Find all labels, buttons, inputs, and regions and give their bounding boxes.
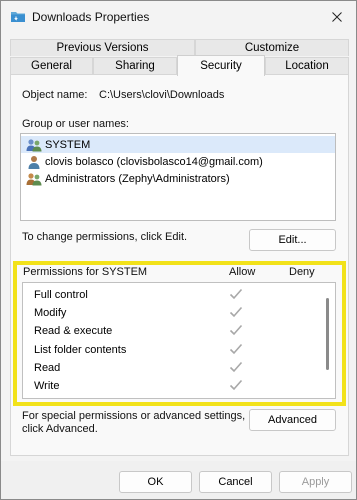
close-button[interactable]: [318, 1, 356, 33]
cancel-button[interactable]: Cancel: [199, 471, 272, 493]
folder-icon: [11, 12, 25, 22]
object-name-label: Object name:: [22, 89, 88, 101]
permission-name: List folder contents: [34, 344, 127, 356]
permission-row: List folder contents: [23, 341, 319, 359]
permissions-for-label: Permissions for SYSTEM: [23, 266, 148, 278]
group-names-label: Group or user names:: [22, 118, 129, 130]
user-item-administrators[interactable]: Administrators (Zephy\Administrators): [21, 170, 335, 187]
permission-row: Modify: [23, 304, 319, 322]
permission-row: Full control: [23, 286, 319, 304]
check-icon: [229, 324, 243, 336]
permission-row: Write: [23, 377, 319, 395]
object-name-value: C:\Users\clovi\Downloads: [99, 89, 225, 101]
permissions-header: Permissions for SYSTEM Allow Deny: [23, 266, 333, 280]
tab-customize[interactable]: Customize: [195, 39, 349, 56]
user-item-system[interactable]: SYSTEM: [21, 136, 335, 153]
close-icon: [332, 12, 342, 22]
allow-column-header: Allow: [229, 266, 256, 278]
user-icon: [28, 155, 40, 169]
check-icon: [229, 343, 243, 355]
dialog-footer: OK Cancel Apply: [1, 461, 356, 499]
tab-previous-versions[interactable]: Previous Versions: [10, 39, 195, 56]
edit-button[interactable]: Edit...: [249, 229, 336, 251]
permission-name: Write: [34, 380, 60, 392]
check-icon: [229, 288, 243, 300]
tab-location[interactable]: Location: [265, 57, 349, 74]
special-permissions-hint-2: click Advanced.: [22, 423, 98, 435]
title-bar: Downloads Properties: [1, 1, 356, 33]
scrollbar-thumb[interactable]: [326, 298, 329, 370]
change-permissions-hint: To change permissions, click Edit.: [22, 231, 188, 243]
permission-name: Read: [34, 362, 61, 374]
tab-general[interactable]: General: [10, 57, 93, 74]
apply-button[interactable]: Apply: [279, 471, 352, 493]
permission-name: Modify: [34, 307, 67, 319]
advanced-button[interactable]: Advanced: [249, 409, 336, 431]
user-name: clovis bolasco (clovisbolasco14@gmail.co…: [45, 155, 263, 168]
permission-name: Full control: [34, 289, 88, 301]
permission-row: Read & execute: [23, 322, 319, 340]
user-name: SYSTEM: [45, 138, 91, 151]
user-list[interactable]: SYSTEM clovis bolasco (clovisbolasco14@g…: [20, 133, 336, 221]
check-icon: [229, 361, 243, 373]
tab-security[interactable]: Security: [177, 55, 265, 76]
permission-row: Read: [23, 359, 319, 377]
deny-column-header: Deny: [289, 266, 315, 278]
tab-sharing[interactable]: Sharing: [93, 57, 177, 74]
permission-name: Read & execute: [34, 325, 113, 337]
permissions-list[interactable]: Full control Modify Read & execute List …: [22, 282, 336, 399]
check-icon: [229, 379, 243, 391]
user-item-clovis[interactable]: clovis bolasco (clovisbolasco14@gmail.co…: [21, 153, 335, 170]
tab-strip: Previous Versions Customize General Shar…: [10, 39, 349, 76]
users-group-icon: [26, 172, 42, 185]
users-group-icon: [26, 138, 42, 151]
special-permissions-hint: For special permissions or advanced sett…: [22, 410, 246, 422]
check-icon: [229, 306, 243, 318]
window-title: Downloads Properties: [32, 10, 150, 24]
ok-button[interactable]: OK: [119, 471, 192, 493]
properties-window: Downloads Properties Previous Versions C…: [0, 0, 357, 500]
user-name: Administrators (Zephy\Administrators): [45, 172, 230, 185]
